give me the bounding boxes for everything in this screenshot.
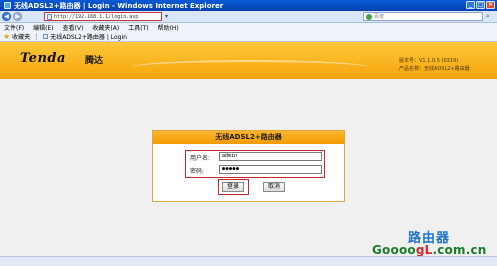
minimize-button[interactable]: _	[466, 1, 475, 9]
password-input[interactable]: ●●●●●	[219, 165, 322, 174]
login-title: 无线ADSL2+路由器	[153, 131, 344, 144]
menu-file[interactable]: 文件(F)	[4, 23, 24, 32]
search-provider-icon	[366, 14, 372, 20]
menu-favorites[interactable]: 收藏夹(A)	[92, 23, 119, 32]
status-bar	[0, 256, 497, 266]
menu-tools[interactable]: 工具(T)	[128, 23, 148, 32]
watermark-en-gl: gL	[415, 243, 433, 257]
product-name-text: 产品名称：无线ADSL2+路由器	[399, 66, 470, 72]
login-panel: 无线ADSL2+路由器 用户名: admin 密码: ●●●●● 登录 取消	[152, 130, 345, 202]
favorites-bar: ★ 收藏夹 无线ADSL2+路由器 | Login	[0, 32, 497, 42]
search-input[interactable]: 百度	[363, 12, 483, 21]
divider	[36, 33, 38, 40]
watermark-en-suffix: .com.cn	[432, 243, 487, 257]
page-icon	[47, 14, 52, 20]
forward-button[interactable]: ▶	[13, 12, 22, 21]
window-controls: _ □ ×	[466, 1, 495, 9]
cancel-button[interactable]: 取消	[263, 182, 285, 192]
username-label: 用户名:	[190, 155, 211, 162]
watermark-en-prefix: Goooo	[372, 243, 416, 257]
decorative-wave	[130, 60, 370, 75]
tenda-logo: Tenda	[20, 51, 66, 66]
page-content: 无线ADSL2+路由器 用户名: admin 密码: ●●●●● 登录 取消 路…	[0, 79, 497, 257]
window-title: 无线ADSL2+路由器 | Login - Windows Internet E…	[14, 1, 224, 10]
router-header: Tenda 腾达 版本号：V1.1.0.5 (0319) 产品名称：无线ADSL…	[0, 42, 497, 79]
menu-help[interactable]: 帮助(H)	[158, 23, 179, 32]
favorites-star-icon[interactable]: ★	[3, 32, 10, 41]
window-title-bar: 无线ADSL2+路由器 | Login - Windows Internet E…	[0, 0, 497, 11]
menu-edit[interactable]: 编辑(E)	[33, 23, 53, 32]
tab-title[interactable]: 无线ADSL2+路由器 | Login	[50, 32, 127, 41]
favorites-label[interactable]: 收藏夹	[12, 32, 30, 41]
url-text: http://192.168.1.1/login.asp	[54, 14, 139, 20]
search-icon[interactable]: ⌕	[486, 13, 494, 21]
close-button[interactable]: ×	[486, 1, 495, 9]
menu-bar: 文件(F) 编辑(E) 查看(V) 收藏夹(A) 工具(T) 帮助(H)	[0, 23, 497, 32]
version-text: 版本号：V1.1.0.5 (0319)	[399, 58, 459, 64]
address-toolbar: ◀ ▶ http://192.168.1.1/login.asp ▾ 百度 ⌕	[0, 11, 497, 23]
maximize-button[interactable]: □	[476, 1, 485, 9]
tab-page-icon	[43, 34, 49, 39]
ie-icon	[4, 2, 11, 9]
back-button[interactable]: ◀	[2, 12, 11, 21]
watermark-en: GoooogL.com.cn	[372, 243, 487, 257]
password-label: 密码:	[190, 168, 205, 175]
username-input[interactable]: admin	[219, 152, 322, 161]
search-placeholder: 百度	[374, 14, 385, 20]
address-input[interactable]: http://192.168.1.1/login.asp	[44, 12, 162, 21]
login-button[interactable]: 登录	[222, 182, 244, 192]
tenda-logo-cn: 腾达	[85, 56, 104, 66]
go-icon[interactable]: ▾	[165, 13, 168, 20]
menu-view[interactable]: 查看(V)	[63, 23, 84, 32]
